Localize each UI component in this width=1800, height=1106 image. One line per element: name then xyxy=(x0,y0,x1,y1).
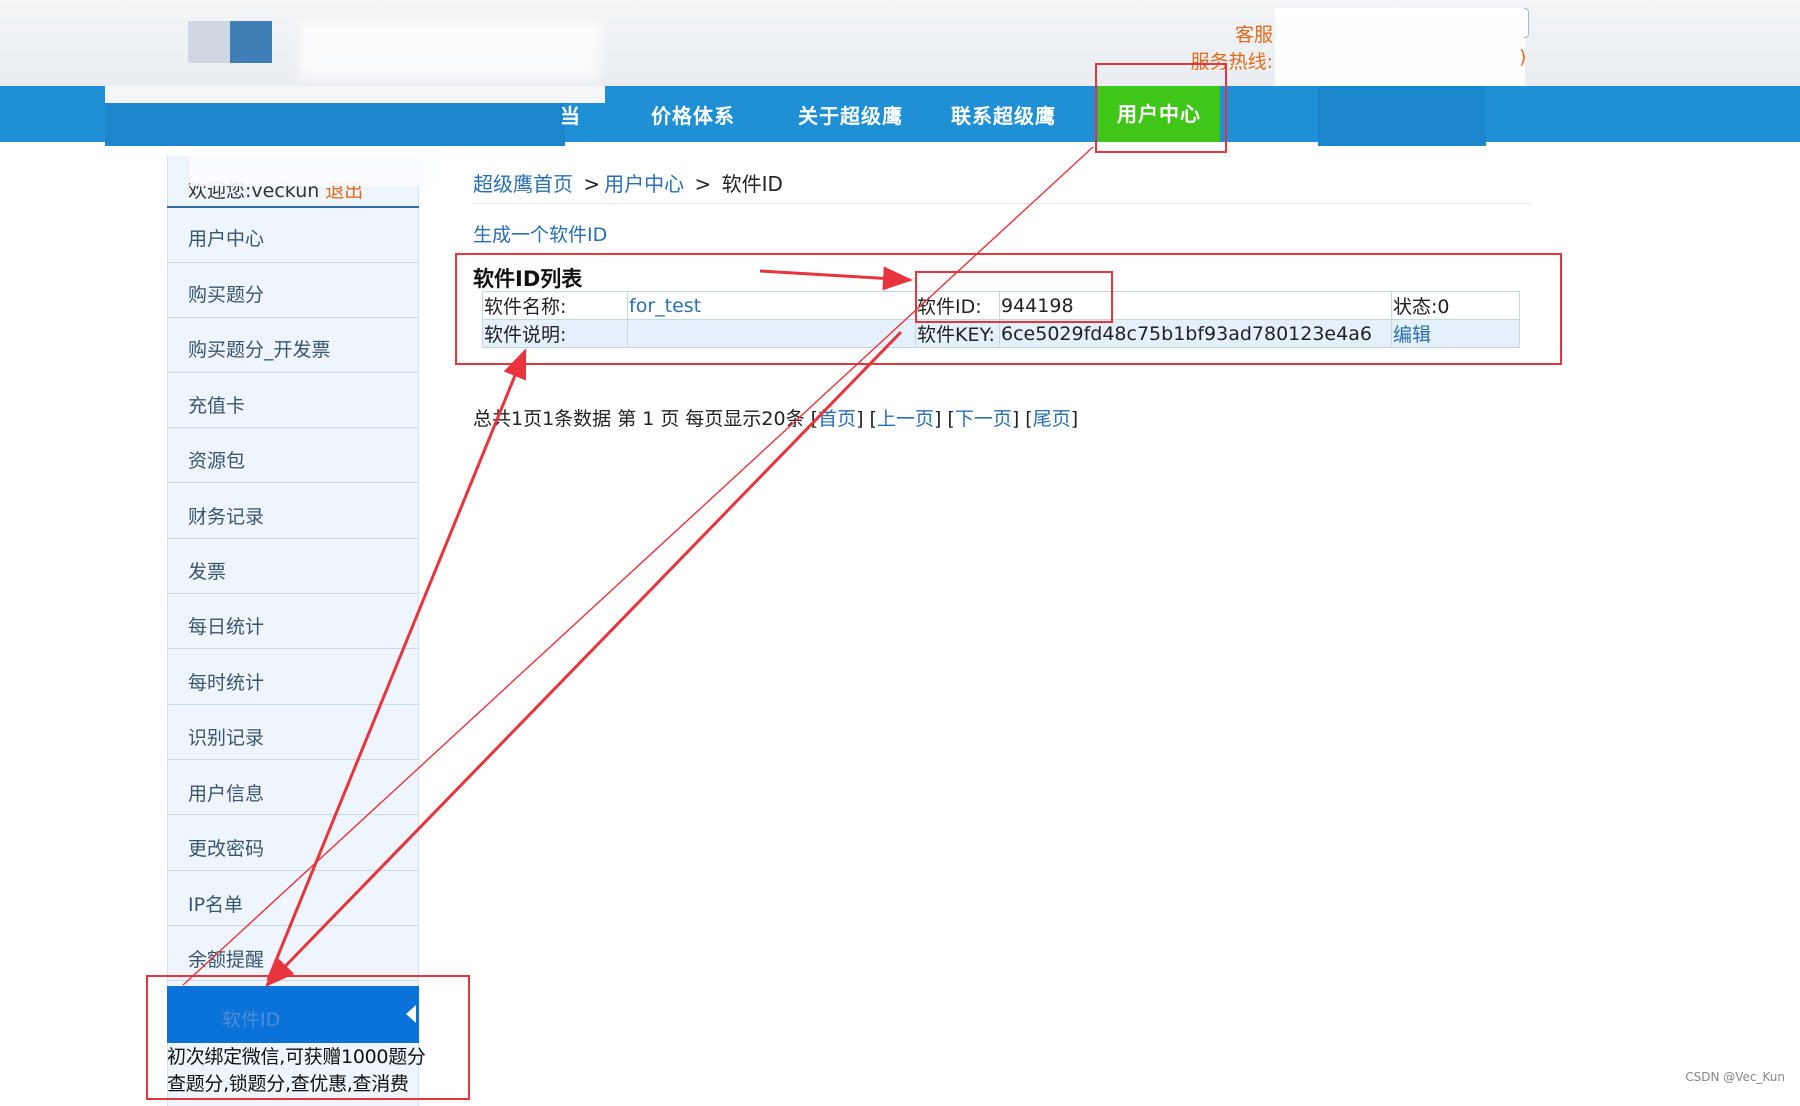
pagination-first[interactable]: 首页 xyxy=(818,408,856,430)
sidebar-item-label: 识别记录 xyxy=(188,727,265,749)
sidebar-item-label: 发票 xyxy=(188,561,227,583)
generate-software-id-link[interactable]: 生成一个软件ID xyxy=(473,220,607,247)
sidebar-item-label: 财务记录 xyxy=(188,506,265,528)
welcome-redacted xyxy=(190,150,440,186)
breadcrumb-home[interactable]: 超级鹰首页 xyxy=(473,172,573,196)
header-redacted-area xyxy=(300,20,600,80)
sidebar-item-label: 每日统计 xyxy=(188,616,265,638)
sidebar-item-label: 用户信息 xyxy=(188,783,265,805)
pagination-prev[interactable]: 上一页 xyxy=(877,408,934,430)
logo[interactable] xyxy=(188,21,230,63)
breadcrumb-separator: > xyxy=(583,172,601,196)
sidebar-item-label: 资源包 xyxy=(188,450,246,472)
pagination-summary: 总共1页1条数据 第 1 页 每页显示20条 xyxy=(473,408,805,430)
annotation-box-sidebar-software-id xyxy=(146,975,470,1100)
breadcrumb: 超级鹰首页 > 用户中心 > 软件ID xyxy=(473,168,783,197)
header-search-edge[interactable] xyxy=(1524,8,1529,38)
pagination: 总共1页1条数据 第 1 页 每页显示20条 [首页] [上一页] [下一页] … xyxy=(473,408,1079,430)
pagination-last[interactable]: 尾页 xyxy=(1033,408,1071,430)
pagination-next[interactable]: 下一页 xyxy=(955,408,1012,430)
breadcrumb-user-center[interactable]: 用户中心 xyxy=(604,172,684,196)
sidebar-item-label: 更改密码 xyxy=(188,838,265,860)
divider xyxy=(473,203,1530,204)
sidebar-item-label: 用户中心 xyxy=(188,228,265,250)
breadcrumb-current: 软件ID xyxy=(721,172,783,196)
nav-item-contact[interactable]: 联系超级鹰 xyxy=(951,100,1056,129)
nav-redacted-right xyxy=(1318,86,1486,146)
sidebar-item-label: IP名单 xyxy=(188,894,244,916)
nav-item-pricing[interactable]: 价格体系 xyxy=(651,100,735,129)
watermark: CSDN @Vec_Kun xyxy=(1685,1070,1785,1084)
sidebar-item-label: 购买题分_开发票 xyxy=(188,339,331,361)
nav-redacted-cover xyxy=(105,86,605,103)
annotation-box-user-center xyxy=(1095,63,1227,153)
sidebar-item-label: 充值卡 xyxy=(188,395,246,417)
sidebar-item-label: 余额提醒 xyxy=(188,949,265,971)
hotline-tail: ) xyxy=(1519,46,1527,68)
annotation-box-software-id xyxy=(915,271,1113,323)
sidebar-item-label: 购买题分 xyxy=(188,284,265,306)
nav-item-about[interactable]: 关于超级鹰 xyxy=(798,100,903,129)
sidebar-item-label: 每时统计 xyxy=(188,672,265,694)
logo-mark xyxy=(230,21,272,63)
nav-item-home[interactable]: 当 xyxy=(560,100,581,129)
breadcrumb-separator: > xyxy=(694,172,712,196)
customer-service-label[interactable]: 客服 xyxy=(1235,20,1273,47)
